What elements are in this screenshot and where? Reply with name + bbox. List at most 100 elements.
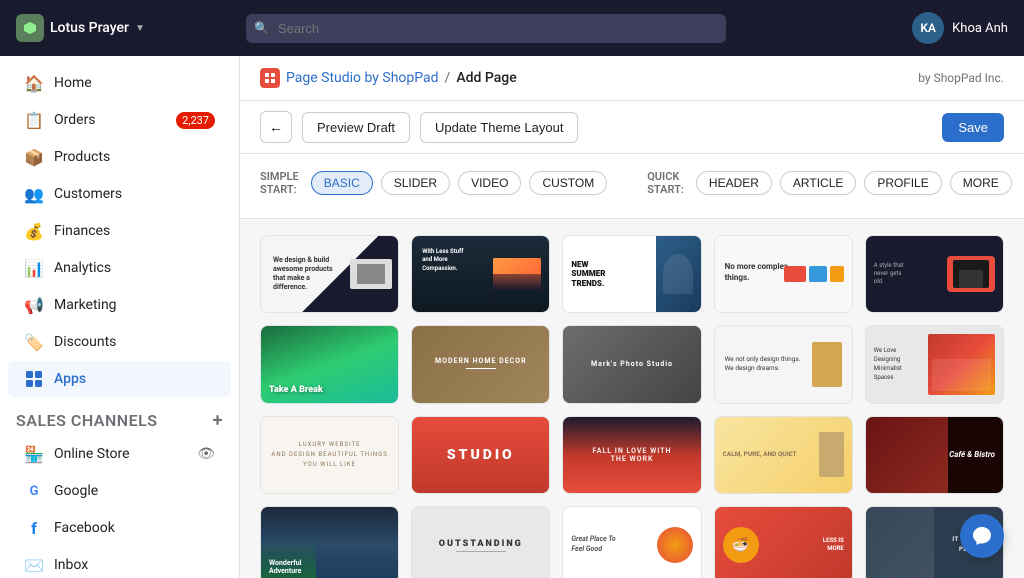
save-button[interactable]: Save	[942, 113, 1004, 142]
template-card-15[interactable]: Café & Bistro	[865, 416, 1004, 494]
breadcrumb-separator: /	[445, 70, 451, 86]
sidebar-item-marketing[interactable]: 📢 Marketing	[8, 287, 231, 323]
sales-channels-section-label: SALES CHANNELS +	[0, 398, 239, 435]
analytics-icon: 📊	[24, 258, 44, 278]
search-bar	[246, 14, 726, 43]
filter-tab-more[interactable]: MORE	[950, 171, 1012, 195]
online-store-icon: 🏪	[24, 444, 44, 464]
breadcrumb-app-name[interactable]: Page Studio by ShopPad	[286, 70, 439, 86]
sidebar-item-label: Apps	[54, 371, 86, 387]
template-card-2[interactable]: With Less Stuffand MoreCompassion.	[411, 235, 550, 313]
google-icon: G	[24, 481, 44, 501]
page-header: Page Studio by ShopPad / Add Page by Sho…	[240, 56, 1024, 101]
template-card-9[interactable]: We not only design things. We design dre…	[714, 325, 853, 403]
home-icon: 🏠	[24, 73, 44, 93]
template-card-8[interactable]: Mark's Photo Studio	[562, 325, 701, 403]
filter-tab-header[interactable]: HEADER	[696, 171, 772, 195]
filter-tab-article[interactable]: ARTICLE	[780, 171, 856, 195]
chevron-down-icon: ▼	[135, 23, 145, 34]
top-navigation: Lotus Prayer ▼ KA Khoa Anh	[0, 0, 1024, 56]
eye-icon[interactable]: 👁	[197, 446, 215, 462]
store-name-label: Lotus Prayer	[50, 20, 129, 36]
chat-float-button[interactable]	[960, 514, 1004, 558]
facebook-icon: f	[24, 518, 44, 538]
update-theme-button[interactable]: Update Theme Layout	[420, 112, 578, 143]
sidebar-item-label: Marketing	[54, 297, 117, 313]
sidebar-item-analytics[interactable]: 📊 Analytics	[8, 250, 231, 286]
sidebar-item-discounts[interactable]: 🏷️ Discounts	[8, 324, 231, 360]
by-text: by ShopPad Inc.	[918, 71, 1004, 85]
filter-tab-basic[interactable]: BASIC	[311, 171, 373, 195]
quick-start-label: QUICK START:	[647, 170, 684, 196]
template-card-14[interactable]: CALM, PURE, AND QUIET	[714, 416, 853, 494]
search-wrapper	[246, 14, 726, 43]
filter-section: SIMPLE START: BASIC SLIDER VIDEO CUSTOM …	[240, 154, 1024, 219]
breadcrumb: Page Studio by ShopPad / Add Page	[260, 68, 517, 88]
sidebar-item-inbox[interactable]: ✉️ Inbox	[8, 547, 231, 578]
filter-tab-video[interactable]: VIDEO	[458, 171, 521, 195]
template-card-6[interactable]: Take A Break	[260, 325, 399, 403]
template-card-7[interactable]: MODERN HOME DECOR	[411, 325, 550, 403]
sidebar-item-home[interactable]: 🏠 Home	[8, 65, 231, 101]
template-card-10[interactable]: We Love Designing Minimalist Spaces	[865, 325, 1004, 403]
inbox-icon: ✉️	[24, 555, 44, 575]
sidebar-item-label: Online Store	[54, 446, 130, 462]
template-card-13[interactable]: FALL IN LOVE WITHTHE WORK	[562, 416, 701, 494]
sidebar-item-apps[interactable]: Apps	[8, 361, 231, 397]
add-sales-channel-icon[interactable]: +	[213, 410, 223, 431]
discounts-icon: 🏷️	[24, 332, 44, 352]
template-card-1[interactable]: We design & buildawesome productsthat ma…	[260, 235, 399, 313]
sidebar-item-label: Google	[54, 483, 98, 499]
template-card-19[interactable]: 🍜 LESS ISMORE	[714, 506, 853, 578]
toolbar: ← Preview Draft Update Theme Layout Save	[240, 101, 1024, 154]
sidebar-item-label: Finances	[54, 223, 110, 239]
sidebar-item-google[interactable]: G Google	[8, 473, 231, 509]
sidebar-item-label: Customers	[54, 186, 122, 202]
search-input[interactable]	[246, 14, 726, 43]
sidebar-item-label: Home	[54, 75, 92, 91]
sidebar-item-label: Inbox	[54, 557, 88, 573]
store-selector[interactable]: Lotus Prayer ▼	[16, 14, 145, 42]
sidebar: 🏠 Home 📋 Orders 2,237 📦 Products 👥 Custo…	[0, 56, 240, 578]
template-card-11[interactable]: LUXURY WEBSITEAND DESIGN BEAUTIFUL THING…	[260, 416, 399, 494]
sidebar-item-label: Products	[54, 149, 110, 165]
app-icon	[260, 68, 280, 88]
back-button[interactable]: ←	[260, 111, 292, 143]
sidebar-item-label: Orders	[54, 112, 96, 128]
store-icon	[16, 14, 44, 42]
template-card-18[interactable]: Great Place ToFeel Good	[562, 506, 701, 578]
filter-tab-profile[interactable]: PROFILE	[864, 171, 941, 195]
sidebar-item-products[interactable]: 📦 Products	[8, 139, 231, 175]
template-card-17[interactable]: OUTSTANDING	[411, 506, 550, 578]
sidebar-nav: 🏠 Home 📋 Orders 2,237 📦 Products 👥 Custo…	[0, 56, 239, 578]
template-card-5[interactable]: A style thatnever getsold.	[865, 235, 1004, 313]
template-grid: We design & buildawesome productsthat ma…	[260, 235, 1004, 578]
template-grid-container: We design & buildawesome productsthat ma…	[240, 219, 1024, 578]
sidebar-item-label: Discounts	[54, 334, 116, 350]
filter-tab-slider[interactable]: SLIDER	[381, 171, 450, 195]
customers-icon: 👥	[24, 184, 44, 204]
template-card-3[interactable]: NEWSUMMERTRENDS.	[562, 235, 701, 313]
main-content: Page Studio by ShopPad / Add Page by Sho…	[240, 56, 1024, 578]
marketing-icon: 📢	[24, 295, 44, 315]
products-icon: 📦	[24, 147, 44, 167]
simple-start-label: SIMPLE START:	[260, 170, 299, 196]
sidebar-item-label: Analytics	[54, 260, 111, 276]
finances-icon: 💰	[24, 221, 44, 241]
filter-tab-custom[interactable]: CUSTOM	[529, 171, 607, 195]
avatar[interactable]: KA	[912, 12, 944, 44]
template-card-12[interactable]: STUDIO	[411, 416, 550, 494]
orders-badge: 2,237	[176, 112, 215, 129]
preview-draft-button[interactable]: Preview Draft	[302, 112, 410, 143]
orders-icon: 📋	[24, 110, 44, 130]
sidebar-item-finances[interactable]: 💰 Finances	[8, 213, 231, 249]
sidebar-item-orders[interactable]: 📋 Orders 2,237	[8, 102, 231, 138]
sidebar-item-facebook[interactable]: f Facebook	[8, 510, 231, 546]
sidebar-item-online-store[interactable]: 🏪 Online Store 👁	[8, 436, 231, 472]
template-card-16[interactable]: WonderfulAdventure	[260, 506, 399, 578]
breadcrumb-current: Add Page	[456, 70, 516, 86]
simple-start-row: SIMPLE START: BASIC SLIDER VIDEO CUSTOM …	[260, 164, 1004, 202]
sidebar-item-customers[interactable]: 👥 Customers	[8, 176, 231, 212]
user-name-label: Khoa Anh	[952, 21, 1008, 36]
template-card-4[interactable]: No more complexthings.	[714, 235, 853, 313]
